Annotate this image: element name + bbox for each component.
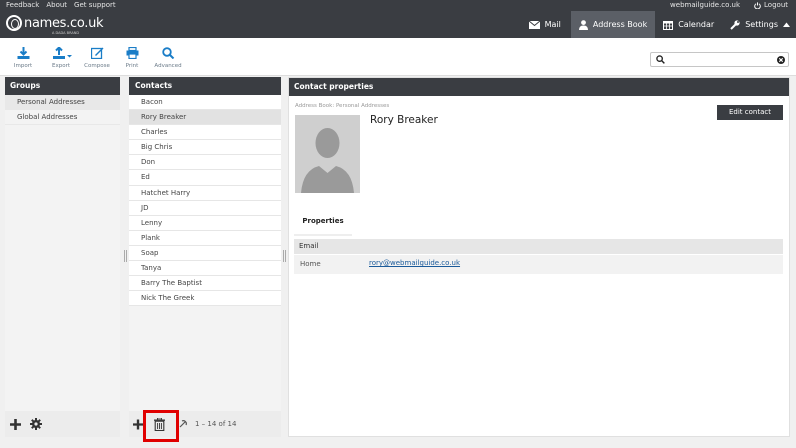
compose-icon <box>90 47 103 59</box>
logo-mark-icon <box>6 15 22 31</box>
logout-link[interactable]: Logout <box>754 1 788 9</box>
contact-item[interactable]: Barry The Baptist <box>129 276 281 292</box>
contacts-panel: Contacts Bacon Rory Breaker Charles Big … <box>129 77 281 437</box>
contact-item[interactable]: JD <box>129 200 281 216</box>
contacts-header: Contacts <box>129 77 281 95</box>
contact-item[interactable]: Big Chris <box>129 140 281 156</box>
advanced-search-button[interactable]: Advanced <box>152 47 184 69</box>
magnifier-icon <box>161 47 174 59</box>
export-label: Export <box>51 63 70 69</box>
avatar-silhouette-icon <box>301 128 354 193</box>
contact-properties-panel: Contact properties Address Book: Persona… <box>288 77 790 437</box>
contact-item[interactable]: Bacon <box>129 95 281 111</box>
logo-text: names.co.uk <box>24 15 104 31</box>
import-button[interactable]: Import <box>7 47 39 69</box>
nav-mail[interactable]: Mail <box>519 11 571 38</box>
nav-calendar[interactable]: Calendar <box>655 11 722 38</box>
top-utility-bar: Feedback About Get support webmailguide.… <box>0 0 796 11</box>
about-link[interactable]: About <box>46 1 67 9</box>
group-settings-gear-icon[interactable] <box>30 418 42 430</box>
contact-item[interactable]: Don <box>129 155 281 171</box>
nav-settings[interactable]: Settings <box>722 11 796 38</box>
address-book-label: Address Book: Personal Addresses <box>295 103 390 109</box>
logout-label: Logout <box>764 1 788 9</box>
group-item[interactable]: Global Addresses <box>5 110 120 125</box>
add-group-icon[interactable] <box>10 419 21 430</box>
compose-label: Compose <box>84 63 110 69</box>
email-link[interactable]: rory@webmailguide.co.uk <box>369 259 460 267</box>
chevron-up-icon <box>783 22 790 27</box>
print-icon <box>126 47 138 59</box>
contact-item[interactable]: Ed <box>129 170 281 186</box>
contact-properties-header: Contact properties <box>289 78 789 96</box>
import-label: Import <box>13 63 33 69</box>
search-icon <box>656 55 665 64</box>
mail-icon <box>528 20 540 29</box>
tab-properties[interactable]: Properties <box>294 212 352 234</box>
brand-logo[interactable]: names.co.uk A DADA BRAND <box>6 15 104 35</box>
contact-item[interactable]: Nick The Greek <box>129 291 281 307</box>
search-box[interactable] <box>650 52 789 67</box>
nav-mail-label: Mail <box>544 20 561 29</box>
groups-footer <box>5 411 120 437</box>
groups-resize-handle[interactable] <box>124 250 127 262</box>
calendar-icon <box>663 20 674 30</box>
group-item[interactable]: Personal Addresses <box>5 95 120 110</box>
contact-item[interactable]: Plank <box>129 230 281 246</box>
contacts-count: 1 – 14 of 14 <box>195 420 237 428</box>
logo-subtitle: A DADA BRAND <box>52 31 80 35</box>
account-domain: webmailguide.co.uk <box>670 1 741 9</box>
email-field-label: Home <box>300 260 321 268</box>
power-icon <box>754 1 761 9</box>
person-icon <box>578 19 588 30</box>
contacts-resize-handle[interactable] <box>283 250 286 262</box>
contact-name: Rory Breaker <box>370 114 438 126</box>
compose-button[interactable]: Compose <box>81 47 113 69</box>
clear-search-icon[interactable] <box>777 56 785 64</box>
feedback-link[interactable]: Feedback <box>6 1 39 9</box>
export-button[interactable]: Export <box>45 47 77 69</box>
search-input[interactable] <box>667 54 772 65</box>
nav-settings-label: Settings <box>745 20 778 29</box>
nav-address-book[interactable]: Address Book <box>570 11 656 38</box>
contacts-list: Bacon Rory Breaker Charles Big Chris Don… <box>129 95 281 307</box>
email-section-header: Email <box>294 239 783 254</box>
groups-panel: Groups Personal Addresses Global Address… <box>5 77 120 437</box>
contact-item[interactable]: Charles <box>129 125 281 141</box>
contact-item[interactable]: Rory Breaker <box>129 110 281 126</box>
wrench-icon <box>730 19 740 30</box>
nav-address-book-label: Address Book <box>592 20 648 29</box>
contact-item[interactable]: Lenny <box>129 215 281 231</box>
nav-calendar-label: Calendar <box>678 20 715 29</box>
add-contact-icon[interactable] <box>133 419 143 430</box>
app-header: names.co.uk A DADA BRAND Mail Address Bo… <box>0 11 796 38</box>
print-button[interactable]: Print <box>116 47 148 69</box>
contact-photo <box>295 115 360 193</box>
edit-contact-button[interactable]: Edit contact <box>717 105 783 120</box>
contact-item[interactable]: Soap <box>129 245 281 262</box>
support-link[interactable]: Get support <box>74 1 116 9</box>
main-nav: Mail Address Book Calendar Settings <box>519 11 796 38</box>
contact-item[interactable]: Tanya <box>129 261 281 277</box>
qr-code-icon[interactable] <box>178 420 187 429</box>
export-icon <box>53 47 72 59</box>
import-icon <box>17 47 29 59</box>
contact-item[interactable]: Hatchet Harry <box>129 185 281 201</box>
groups-header: Groups <box>5 77 120 95</box>
advanced-label: Advanced <box>154 63 182 69</box>
email-row: Home rory@webmailguide.co.uk <box>294 255 783 274</box>
delete-highlight-box <box>143 410 179 442</box>
print-label: Print <box>125 63 139 69</box>
